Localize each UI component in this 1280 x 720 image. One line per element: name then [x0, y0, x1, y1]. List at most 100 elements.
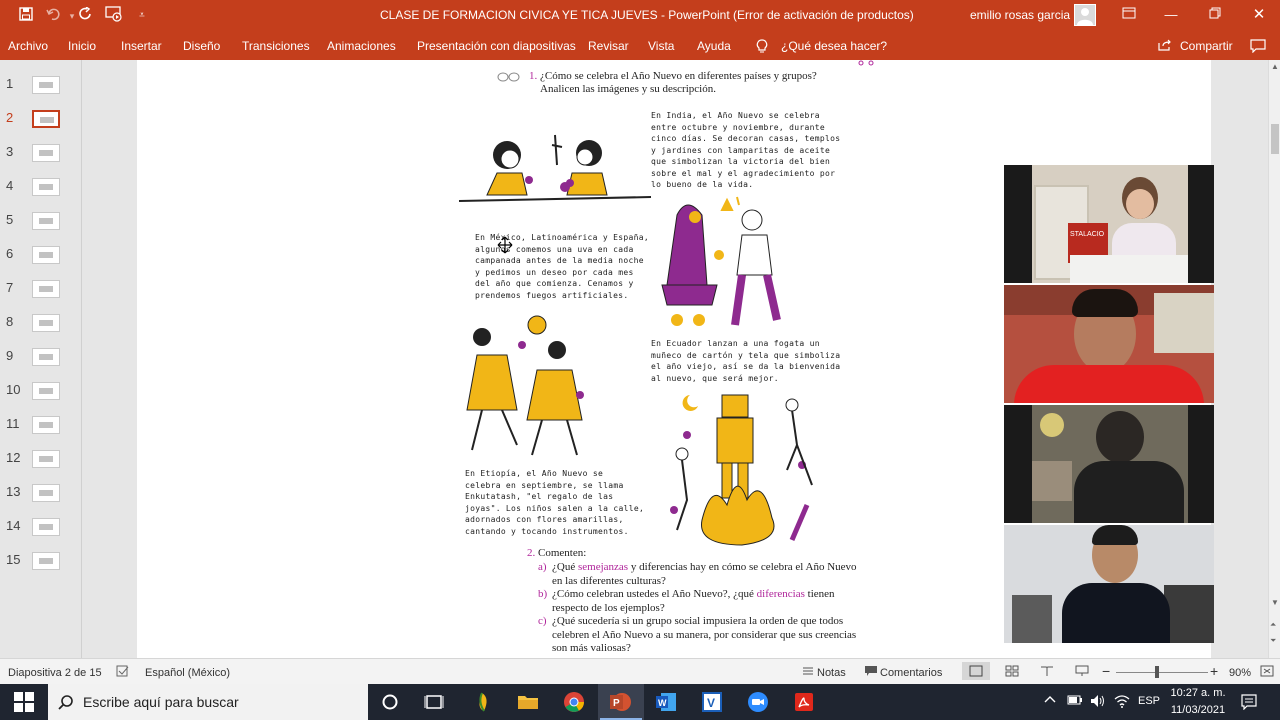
- task-view-icon[interactable]: [422, 690, 446, 714]
- video-tile-3[interactable]: [1004, 405, 1214, 523]
- comments-button[interactable]: Comentarios: [880, 667, 942, 679]
- avatar[interactable]: [1074, 4, 1096, 26]
- tab-vista[interactable]: Vista: [648, 39, 674, 53]
- slide-thumbnail-9[interactable]: 9: [0, 342, 82, 372]
- tab-inicio[interactable]: Inicio: [68, 39, 96, 53]
- svg-text:P: P: [613, 698, 620, 709]
- language-indicator[interactable]: Español (México): [145, 667, 230, 679]
- user-name[interactable]: emilio rosas garcia: [970, 8, 1070, 22]
- tab-presentacion[interactable]: Presentación con diapositivas: [417, 39, 576, 53]
- slide-thumbnail-7[interactable]: 7: [0, 274, 82, 304]
- scroll-up-icon[interactable]: ▲: [1271, 62, 1279, 71]
- comments-status-icon[interactable]: [864, 665, 878, 680]
- question-1-line-2: Analicen las imágenes y su descripción.: [540, 83, 716, 95]
- zoom-out-icon[interactable]: −: [1102, 663, 1110, 679]
- notes-button[interactable]: Notas: [817, 667, 846, 679]
- slide-thumbnail-1[interactable]: 1: [0, 70, 82, 100]
- ribbon-display-options-icon[interactable]: [1114, 6, 1144, 26]
- acrobat-icon[interactable]: [792, 690, 816, 714]
- minimize-icon[interactable]: —: [1156, 6, 1186, 26]
- close-icon[interactable]: ✕: [1244, 6, 1274, 26]
- tab-archivo[interactable]: Archivo: [8, 39, 48, 53]
- input-language[interactable]: ESP: [1138, 695, 1160, 707]
- slide-thumbnail-8[interactable]: 8: [0, 308, 82, 338]
- slide-thumbnail-14[interactable]: 14: [0, 512, 82, 542]
- zoom-meetings-icon[interactable]: [746, 690, 770, 714]
- file-explorer-icon[interactable]: [516, 690, 540, 714]
- chrome-icon[interactable]: [562, 690, 586, 714]
- wifi-icon[interactable]: [1114, 694, 1130, 711]
- battery-icon[interactable]: [1067, 695, 1083, 708]
- previous-slide-icon[interactable]: ⏶: [1270, 620, 1276, 630]
- fit-to-window-icon[interactable]: [1260, 665, 1274, 680]
- comments-icon[interactable]: [1250, 39, 1266, 56]
- zoom-slider-handle[interactable]: [1155, 666, 1159, 678]
- tab-transiciones[interactable]: Transiciones: [242, 39, 310, 53]
- notes-icon[interactable]: [802, 665, 814, 680]
- reading-view-icon[interactable]: [1040, 665, 1054, 680]
- slide-thumbnail-2[interactable]: 2: [0, 104, 82, 134]
- slide-thumbnail-15[interactable]: 15: [0, 546, 82, 576]
- tab-revisar[interactable]: Revisar: [588, 39, 629, 53]
- chevron-up-icon[interactable]: [1044, 694, 1056, 707]
- slide-sorter-icon[interactable]: [1005, 665, 1019, 680]
- slide-thumbnail-6[interactable]: 6: [0, 240, 82, 270]
- vertical-scrollbar[interactable]: ▲ ▼ ⏶ ⏷: [1268, 60, 1280, 658]
- tab-animaciones[interactable]: Animaciones: [327, 39, 396, 53]
- app-icon[interactable]: [470, 690, 494, 714]
- restore-icon[interactable]: [1200, 6, 1230, 26]
- clock-date[interactable]: 11/03/2021: [1170, 704, 1226, 716]
- save-icon[interactable]: [16, 6, 36, 26]
- scroll-thumb[interactable]: [1271, 124, 1279, 154]
- zoom-level[interactable]: 90%: [1229, 667, 1251, 679]
- start-from-beginning-icon[interactable]: [104, 6, 124, 26]
- slide-thumbnail-4[interactable]: 4: [0, 172, 82, 202]
- video-tile-4[interactable]: [1004, 525, 1214, 643]
- question-1-number: 1.: [529, 70, 538, 82]
- tell-me-search[interactable]: ¿Qué desea hacer?: [781, 39, 887, 53]
- windows-start-icon[interactable]: [12, 690, 36, 714]
- video-tile-1[interactable]: STALACIO: [1004, 165, 1214, 283]
- move-cursor-icon: [497, 236, 513, 254]
- cortana-icon[interactable]: [378, 690, 402, 714]
- visio-icon[interactable]: V: [700, 690, 724, 714]
- slide-thumbnail-11[interactable]: 11: [0, 410, 82, 440]
- share-button[interactable]: Compartir: [1180, 39, 1233, 53]
- slide-thumbnail-5[interactable]: 5: [0, 206, 82, 236]
- share-icon[interactable]: [1158, 39, 1172, 54]
- next-slide-icon[interactable]: ⏷: [1270, 636, 1276, 646]
- title-bar: ▾ ⩡ CLASE DE FORMACION CIVICA YE TICA JU…: [0, 0, 1280, 32]
- zoom-slider[interactable]: [1116, 672, 1208, 673]
- slide-thumbnail-13[interactable]: 13: [0, 478, 82, 508]
- question-1-line-1: ¿Cómo se celebra el Año Nuevo en diferen…: [540, 70, 817, 82]
- scroll-down-icon[interactable]: ▼: [1271, 598, 1279, 607]
- slideshow-view-icon[interactable]: [1075, 665, 1089, 680]
- ethiopia-flowers-illustration: [466, 315, 584, 456]
- normal-view-icon[interactable]: [962, 662, 990, 680]
- slide-thumbnail-3[interactable]: 3: [0, 138, 82, 168]
- spellcheck-icon[interactable]: [116, 665, 130, 680]
- slide-thumbnail-12[interactable]: 12: [0, 444, 82, 474]
- volume-icon[interactable]: [1090, 694, 1106, 711]
- tab-ayuda[interactable]: Ayuda: [697, 39, 731, 53]
- tab-insertar[interactable]: Insertar: [121, 39, 162, 53]
- word-icon[interactable]: W: [654, 690, 678, 714]
- slide-thumbnail-10[interactable]: 10: [0, 376, 82, 406]
- ribbon-tabs: Archivo Inicio Insertar Diseño Transicio…: [0, 32, 1280, 60]
- windows-taskbar: Escribe aquí para buscar P W V ESP 10:27…: [0, 684, 1280, 720]
- zoom-in-icon[interactable]: +: [1210, 663, 1218, 679]
- taskbar-search-box[interactable]: Escribe aquí para buscar: [48, 684, 368, 720]
- question-2-title: Comenten:: [538, 547, 587, 559]
- svg-text:V: V: [707, 696, 715, 710]
- window-title: CLASE DE FORMACION CIVICA YE TICA JUEVES…: [380, 8, 914, 22]
- powerpoint-icon[interactable]: P: [608, 690, 632, 714]
- clock-time[interactable]: 10:27 a. m.: [1170, 687, 1226, 699]
- undo-icon[interactable]: [44, 6, 64, 26]
- slide-counter: Diapositiva 2 de 15: [8, 667, 102, 679]
- notification-center-icon[interactable]: [1241, 694, 1257, 713]
- customize-quick-access-icon[interactable]: ⩡: [132, 6, 152, 26]
- redo-icon[interactable]: [76, 6, 96, 26]
- search-icon: [58, 694, 74, 713]
- video-tile-2[interactable]: [1004, 285, 1214, 403]
- tab-diseno[interactable]: Diseño: [183, 39, 220, 53]
